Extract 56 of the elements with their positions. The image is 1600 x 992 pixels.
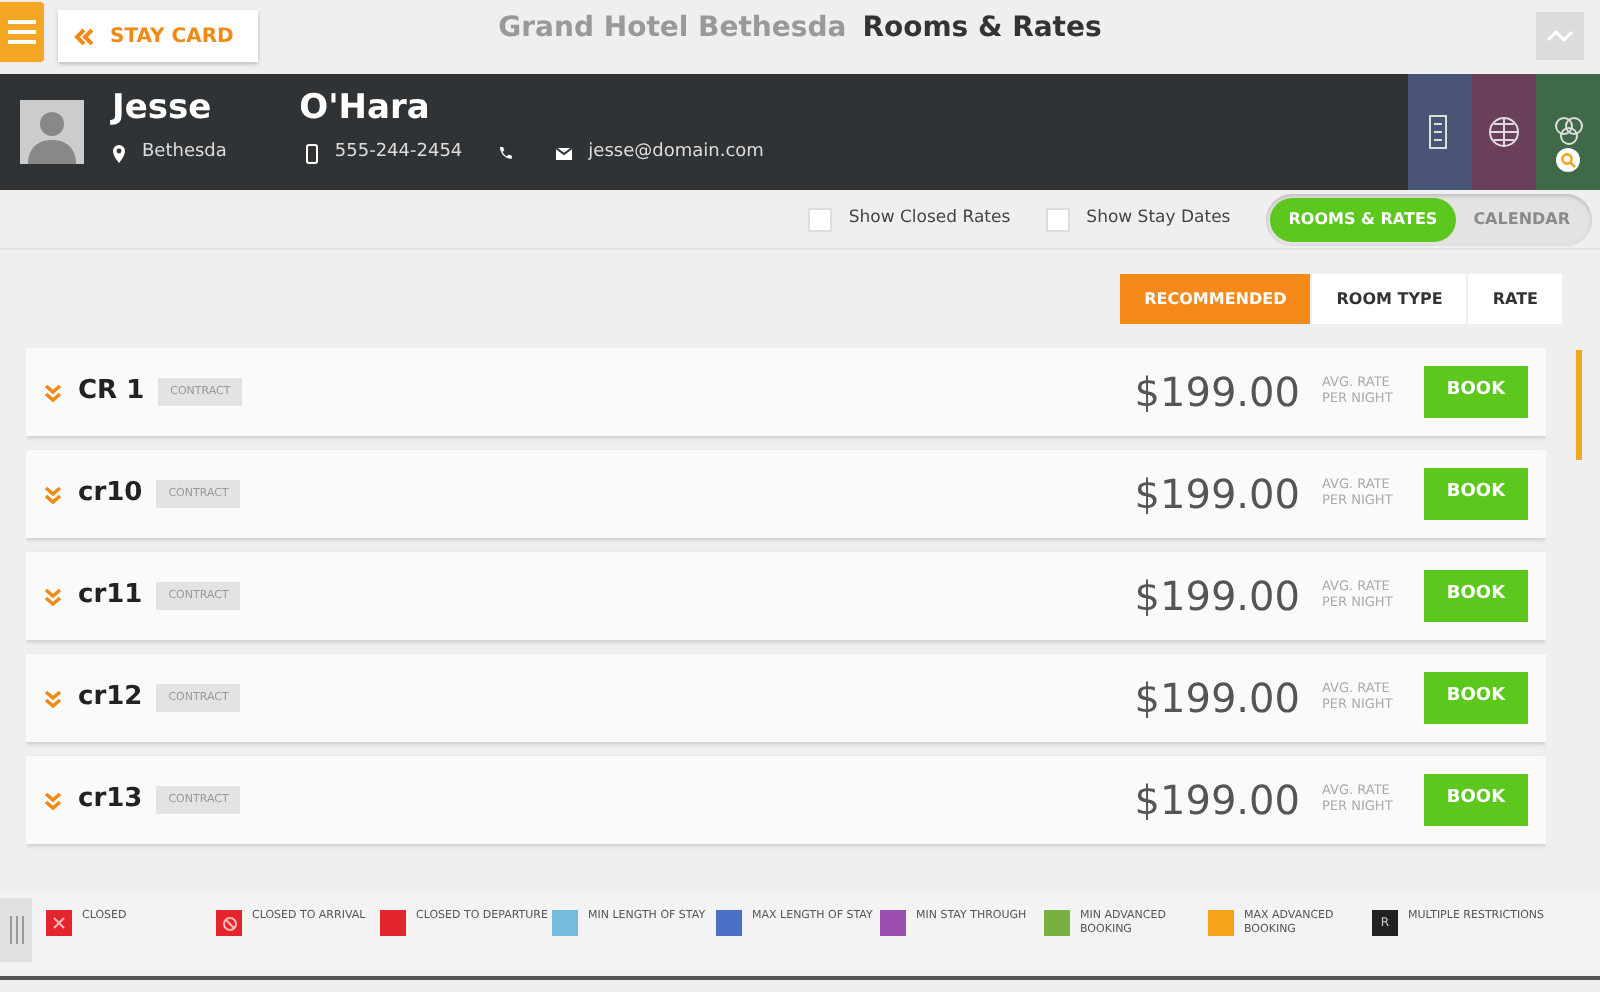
room-name: CR 1 bbox=[78, 374, 145, 411]
room-name: cr13 bbox=[78, 782, 143, 819]
no-entry-icon bbox=[221, 915, 237, 931]
avatar-placeholder bbox=[20, 100, 84, 164]
scrollbar-thumb[interactable] bbox=[1576, 350, 1582, 460]
price-text: $199.00 bbox=[1134, 468, 1300, 522]
line-graph-icon bbox=[1546, 28, 1574, 44]
double-chevron-down-icon bbox=[44, 587, 62, 605]
search-icon bbox=[1556, 148, 1580, 172]
checkbox[interactable] bbox=[808, 207, 833, 231]
checkbox[interactable] bbox=[1046, 207, 1071, 231]
people-icon bbox=[1552, 114, 1584, 150]
email-address: jesse@domain.com bbox=[588, 140, 764, 166]
view-toggle-tab[interactable]: CALENDAR bbox=[1455, 197, 1588, 241]
double-chevron-down-icon bbox=[44, 383, 62, 401]
menu-button[interactable] bbox=[0, 2, 44, 62]
sort-tab[interactable]: RECOMMENDED bbox=[1120, 274, 1311, 324]
price-text: $199.00 bbox=[1134, 774, 1300, 828]
double-chevron-left-icon bbox=[74, 27, 94, 45]
room-name: cr11 bbox=[78, 578, 143, 615]
price-text: $199.00 bbox=[1134, 672, 1300, 726]
graph-button[interactable] bbox=[1536, 12, 1584, 60]
mobile-phone-icon bbox=[306, 143, 319, 164]
room-name: cr10 bbox=[78, 476, 143, 513]
location-pin-icon bbox=[112, 143, 126, 164]
side-tab[interactable] bbox=[1472, 74, 1536, 190]
book-button[interactable]: BOOK bbox=[1424, 774, 1528, 826]
checkbox-label: Show Stay Dates bbox=[1086, 206, 1231, 232]
double-chevron-down-icon bbox=[44, 689, 62, 707]
page-title: Rooms & Rates bbox=[862, 12, 1102, 44]
back-button[interactable]: STAY CARD bbox=[58, 10, 258, 62]
book-button[interactable]: BOOK bbox=[1424, 468, 1528, 520]
envelope-icon bbox=[556, 147, 573, 160]
phone-handset-icon bbox=[498, 146, 513, 161]
room-name: cr12 bbox=[78, 680, 143, 717]
cross-icon bbox=[52, 916, 66, 930]
phone-number: 555-244-2454 bbox=[334, 140, 463, 166]
book-button[interactable]: BOOK bbox=[1424, 570, 1528, 622]
drag-handle[interactable] bbox=[0, 898, 32, 962]
sort-tab[interactable]: ROOM TYPE bbox=[1312, 274, 1467, 324]
hotel-name: Grand Hotel Bethesda bbox=[498, 12, 847, 44]
sort-tab[interactable]: RATE bbox=[1468, 274, 1562, 324]
first-name: Jesse bbox=[112, 92, 212, 126]
double-chevron-down-icon bbox=[44, 485, 62, 503]
book-button[interactable]: BOOK bbox=[1424, 366, 1528, 418]
side-tab[interactable] bbox=[1408, 74, 1472, 190]
side-tab[interactable] bbox=[1536, 74, 1600, 190]
price-text: $199.00 bbox=[1134, 366, 1300, 420]
city-text: Bethesda bbox=[142, 140, 227, 166]
view-toggle-tab[interactable]: ROOMS & RATES bbox=[1270, 197, 1456, 241]
book-button[interactable]: BOOK bbox=[1424, 672, 1528, 724]
double-chevron-down-icon bbox=[44, 791, 62, 809]
checkbox-label: Show Closed Rates bbox=[848, 206, 1011, 232]
globe-icon bbox=[1488, 114, 1520, 150]
last-name: O'Hara bbox=[299, 92, 430, 126]
price-text: $199.00 bbox=[1134, 570, 1300, 624]
